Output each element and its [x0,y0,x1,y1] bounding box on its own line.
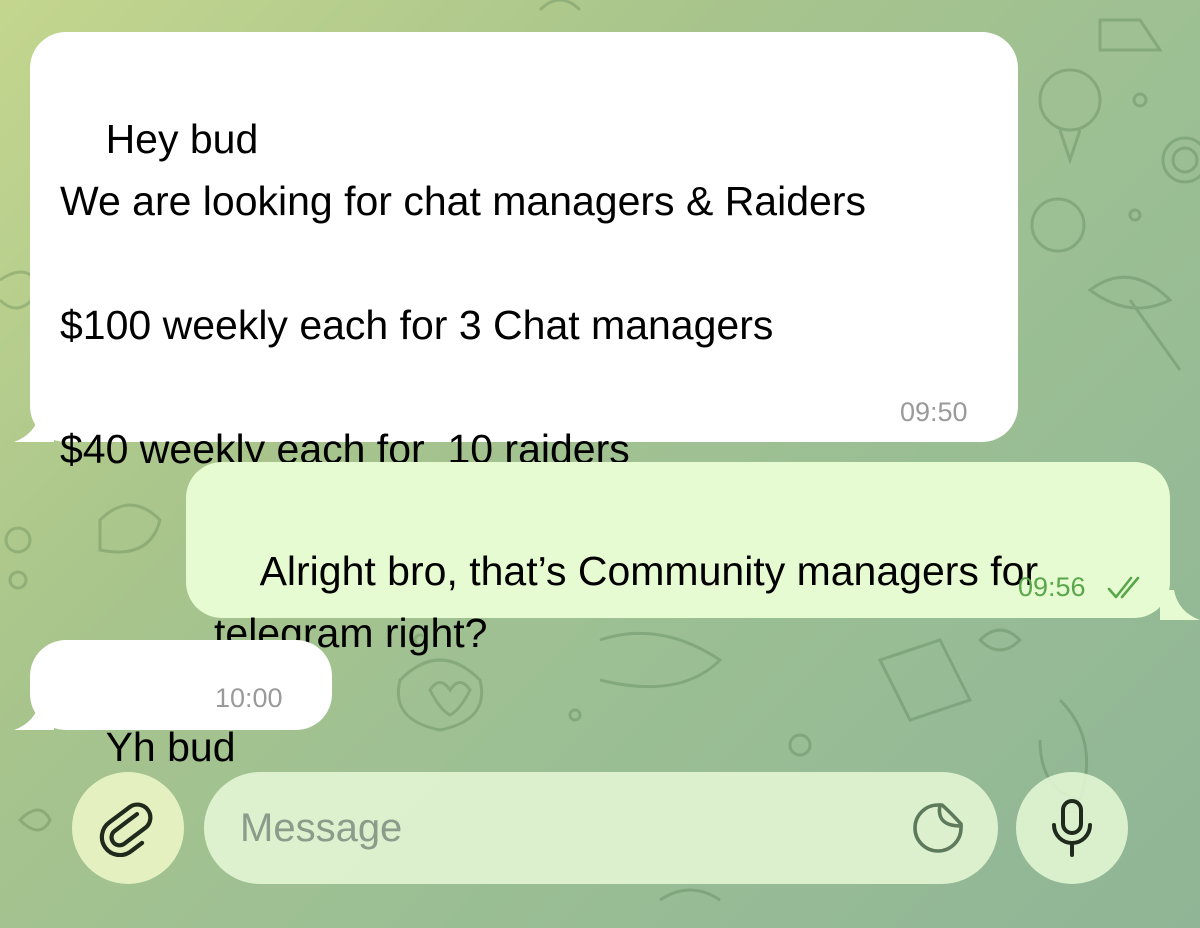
message-text: Hey bud We are looking for chat managers… [60,116,866,472]
message-list[interactable]: Hey bud We are looking for chat managers… [0,0,1200,770]
message-field[interactable] [204,772,998,884]
sticker-icon [913,803,963,853]
message-text: Alright bro, that’s Community managers f… [214,548,1050,656]
double-check-icon [1107,576,1140,599]
message-input[interactable] [238,794,882,862]
paperclip-icon [99,802,153,857]
incoming-message-bubble[interactable]: Hey bud We are looking for chat managers… [30,32,1018,472]
sticker-button[interactable] [908,798,968,858]
voice-message-button[interactable] [1016,772,1128,884]
message-timestamp: 09:56 [1018,572,1086,602]
message-timestamp: 09:50 [900,397,968,427]
incoming-message-bubble[interactable]: Yh bud [30,640,332,770]
attach-button[interactable] [72,772,184,884]
microphone-icon [1052,799,1092,857]
message-timestamp: 10:00 [215,683,283,713]
composer-bar [0,760,1200,928]
